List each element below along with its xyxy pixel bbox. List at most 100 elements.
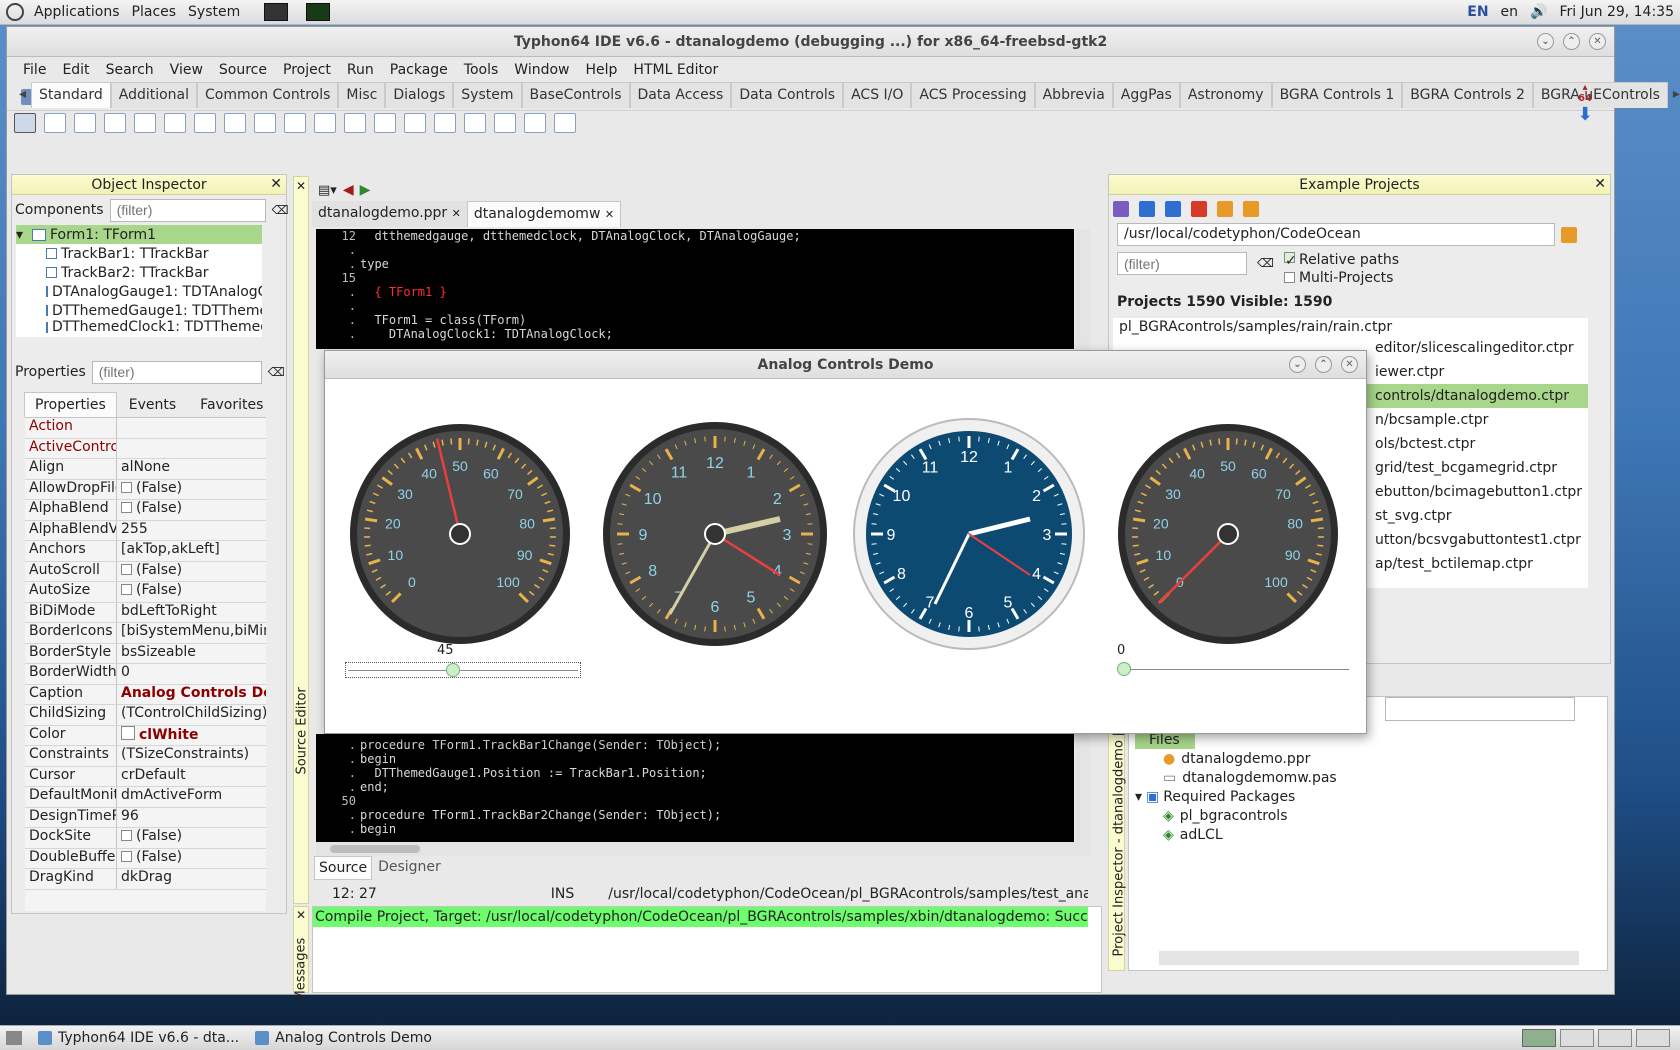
demo-titlebar[interactable]: Analog Controls Demo ⌄ ⌃ ✕ [325,351,1366,379]
projects-filter-input[interactable] [1117,252,1247,275]
property-value[interactable] [117,439,266,459]
components-filter-input[interactable] [109,198,266,222]
open-project-icon[interactable] [1139,201,1155,217]
system-monitor-icon[interactable] [306,3,331,21]
locale-indicator[interactable]: en [1501,4,1519,20]
property-value[interactable]: [biSystemMenu,biMini [117,623,266,643]
scrollbar-component-icon[interactable] [374,113,396,133]
code-line[interactable]: end; [360,780,389,794]
browse-folder-icon[interactable] [1561,226,1577,243]
radiobutton-component-icon[interactable] [284,113,306,133]
show-desktop-icon[interactable] [6,1031,22,1045]
tab-events[interactable]: Events [117,393,188,417]
tab-acs-processing[interactable]: ACS Processing [911,82,1035,108]
code-line[interactable]: procedure TForm1.TrackBar1Change(Sender:… [360,738,721,752]
popupmenu-component-icon[interactable] [74,113,96,133]
property-row[interactable]: ActiveControl [25,438,266,459]
property-value[interactable]: 255 [117,521,266,541]
tab-bgra-controls-1[interactable]: BGRA Controls 1 [1271,82,1403,108]
tab-basecontrols[interactable]: BaseControls [521,82,630,108]
property-row[interactable]: DesignTimePP96 [25,807,266,828]
tab-source[interactable]: Source [314,856,373,880]
property-row[interactable]: BiDiMode bdLeftToRight [25,602,266,623]
togglebox-component-icon[interactable] [224,113,246,133]
close-tab-icon[interactable]: ✕ [605,208,614,221]
property-value[interactable]: [akTop,akLeft] [117,541,266,561]
radiogroup-component-icon[interactable] [434,113,456,133]
close-icon[interactable]: ✕ [1594,176,1606,192]
code-line[interactable]: procedure TForm1.TrackBar2Change(Sender:… [360,808,721,822]
property-row[interactable]: DockSite (False) [25,828,266,849]
project-tree-hscrollbar[interactable] [1159,951,1579,965]
file-dtanalogdemo-ppr[interactable]: ● dtanalogdemo.ppr [1135,749,1337,768]
trackbar1[interactable] [345,662,581,678]
property-row[interactable]: BorderIcons [biSystemMenu,biMini [25,623,266,644]
property-row[interactable]: ChildSizing (TControlChildSizing) [25,705,266,726]
code-line[interactable]: TForm1 = class(TForm) [360,313,526,327]
checkgroup-component-icon[interactable] [464,113,486,133]
menu-html-editor[interactable]: HTML Editor [625,62,726,78]
property-row[interactable]: DragKind dkDrag [25,869,266,890]
menu-search[interactable]: Search [98,62,162,78]
copy-project-icon[interactable] [1165,201,1181,217]
tree-item-dtthemedgauge1[interactable]: DTThemedGauge1: TDTThemedG [16,301,262,320]
code-line[interactable]: begin [360,752,396,766]
tab-abbrevia[interactable]: Abbrevia [1034,82,1113,108]
checkbox-component-icon[interactable] [254,113,276,133]
code-line[interactable]: dtthemedgauge, dtthemedclock, DTAnalogCl… [360,229,800,243]
frame-component-icon[interactable] [524,113,546,133]
selection-pointer-icon[interactable] [14,113,36,133]
maximize-button[interactable]: ⌃ [1563,33,1580,50]
menu-file[interactable]: File [15,62,54,78]
property-row[interactable]: AutoSize (False) [25,582,266,603]
code-line[interactable]: DTAnalogClock1: TDTAnalogClock; [360,327,613,341]
palette-scroll-left-icon[interactable]: ◂ [14,82,31,108]
property-row[interactable]: Anchors [akTop,akLeft] [25,541,266,562]
package-adlcl[interactable]: ◈ adLCL [1135,825,1337,844]
scrollbar-thumb[interactable] [330,845,420,853]
tree-item-form1[interactable]: ▾ Form1: TForm1 [16,225,262,244]
code-line[interactable]: DTThemedGauge1.Position := TrackBar1.Pos… [360,766,706,780]
tree-item-trackbar1[interactable]: TrackBar1: TTrackBar [16,244,262,263]
tab-data-access[interactable]: Data Access [629,82,732,108]
workspace-4[interactable] [1636,1029,1670,1047]
menu-source[interactable]: Source [211,62,275,78]
projects-path-input[interactable]: /usr/local/codetyphon/CodeOcean [1117,223,1555,246]
menu-places[interactable]: Places [126,4,183,20]
close-tab-icon[interactable]: ✕ [452,207,461,220]
tree-item-dtthemedclock1[interactable]: DTThemedClock1: TDTThemedC [16,320,262,334]
compile-success-message[interactable]: Compile Project, Target: /usr/local/code… [313,907,1088,927]
workspace-3[interactable] [1598,1029,1632,1047]
listbox-component-icon[interactable] [314,113,336,133]
property-row[interactable]: AlphaBlendVal255 [25,520,266,541]
groupbox-component-icon[interactable] [404,113,426,133]
property-value[interactable]: dmActiveForm [117,787,266,807]
clock[interactable]: Fri Jun 29, 14:35 [1559,4,1674,20]
clear-properties-filter-icon[interactable]: ⌫ [268,365,285,379]
system-logo-icon[interactable] [6,3,24,21]
property-row[interactable]: DoubleBuffere (False) [25,848,266,869]
keyboard-layout[interactable]: EN [1467,4,1488,20]
property-value[interactable]: (False) [117,582,266,602]
close-icon[interactable]: ✕ [294,179,308,193]
volume-icon[interactable]: 🔊 [1530,4,1547,20]
close-button[interactable]: ✕ [1589,33,1606,50]
memo-component-icon[interactable] [194,113,216,133]
menu-package[interactable]: Package [382,62,456,78]
code-line[interactable]: type [360,257,389,271]
property-value[interactable]: bdLeftToRight [117,603,266,623]
property-checkbox[interactable] [121,563,132,575]
close-icon[interactable]: ✕ [294,908,308,922]
workspace-2[interactable] [1560,1029,1594,1047]
palette-scroll-right-icon[interactable]: ▸ [1668,82,1680,108]
trackbar1-thumb[interactable] [446,663,461,677]
minimize-button[interactable]: ⌄ [1289,356,1306,373]
menu-tools[interactable]: Tools [456,62,507,78]
tree-required-packages[interactable]: ▾ ▣ Required Packages [1135,787,1337,806]
property-value[interactable]: bsSizeable [117,644,266,664]
project-list-item[interactable]: pl_BGRAcontrols/samples/rain/rain.ctpr [1113,318,1588,336]
workspace-switcher[interactable] [1522,1029,1670,1047]
package-pl-bgracontrols[interactable]: ◈ pl_bgracontrols [1135,806,1337,825]
property-value[interactable]: (TSizeConstraints) [117,746,266,766]
property-value[interactable]: 0 [117,664,266,684]
